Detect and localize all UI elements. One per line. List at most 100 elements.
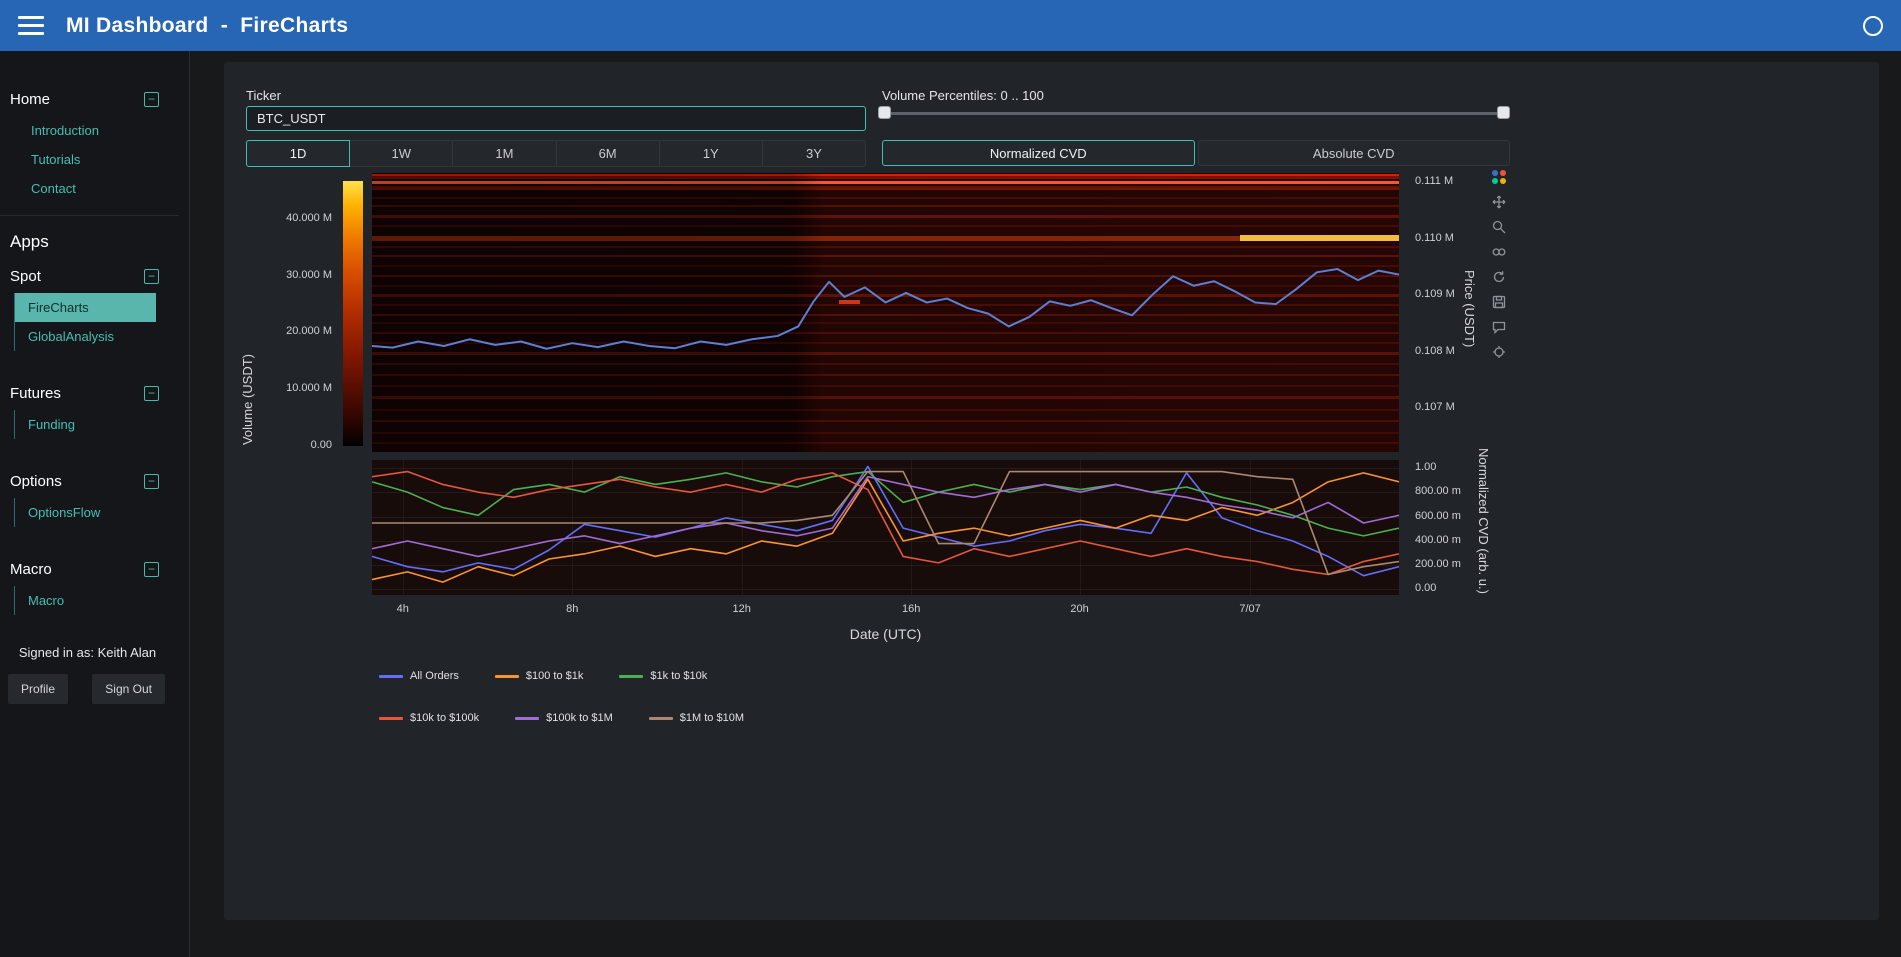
sidebar-section-options: Options − <box>0 467 189 496</box>
nav-group-home: Introduction Tutorials Contact <box>14 116 189 203</box>
sidebar-item-funding[interactable]: Funding <box>15 410 156 439</box>
collapse-icon[interactable]: − <box>144 92 159 107</box>
legend-label: All Orders <box>410 670 459 682</box>
collapse-icon[interactable]: − <box>144 562 159 577</box>
cvd-line-plot[interactable] <box>372 460 1399 595</box>
pan-icon[interactable] <box>1490 193 1508 211</box>
x-axis-tick: 8h <box>566 603 578 615</box>
spikelines-icon[interactable] <box>1490 343 1508 361</box>
axis-tick: 20.000 M <box>286 325 332 337</box>
legend-swatch <box>379 675 403 678</box>
cvd-lines-layer <box>372 460 1399 595</box>
sidebar-section-spot: Spot − <box>0 262 189 291</box>
sidebar-section-macro: Macro − <box>0 555 189 584</box>
collapse-icon[interactable]: − <box>144 474 159 489</box>
slider-track[interactable] <box>884 112 1504 115</box>
time-range-buttons: 1D 1W 1M 6M 1Y 3Y <box>246 140 866 167</box>
legend-swatch <box>495 675 519 678</box>
box-zoom-icon[interactable] <box>1490 218 1508 236</box>
normalized-cvd-button[interactable]: Normalized CVD <box>882 140 1195 166</box>
sidebar: Home − Introduction Tutorials Contact Ap… <box>0 51 190 957</box>
legend-item[interactable]: $100 to $1k <box>495 670 584 682</box>
account-buttons: Profile Sign Out <box>0 660 189 704</box>
volume-heatmap-plot[interactable] <box>372 173 1399 452</box>
nav-group-macro: Macro <box>14 586 189 615</box>
cvd-line--100-to-1k <box>372 473 1399 582</box>
collapse-icon[interactable]: − <box>144 386 159 401</box>
x-axis: 4h 8h 12h 16h 20h 7/07 <box>372 603 1399 619</box>
menu-button[interactable] <box>18 16 44 35</box>
plotly-logo-icon[interactable] <box>1490 168 1508 186</box>
legend-item[interactable]: $1k to $10k <box>619 670 707 682</box>
app-header: MI Dashboard - FireCharts <box>0 0 1901 51</box>
x-axis-title: Date (UTC) <box>372 626 1399 642</box>
save-icon[interactable] <box>1490 293 1508 311</box>
nav-group-futures: Funding <box>14 410 189 439</box>
collapse-icon[interactable]: − <box>144 269 159 284</box>
axis-tick: 200.00 m <box>1415 558 1461 570</box>
axis-tick: 800.00 m <box>1415 485 1461 497</box>
volume-axis-title: Volume (USDT) <box>240 354 255 445</box>
colorbar-axis: 40.000 M30.000 M20.000 M10.000 M0.00 <box>260 181 338 446</box>
range-button-1w[interactable]: 1W <box>349 140 453 167</box>
volume-percentile-slider[interactable] <box>878 106 1510 120</box>
ticker-input[interactable] <box>246 106 866 131</box>
cvd-line--100k-to-1m <box>372 477 1399 557</box>
range-button-1d[interactable]: 1D <box>246 140 350 167</box>
x-axis-tick: 16h <box>902 603 920 615</box>
legend-swatch <box>649 717 673 720</box>
slider-handle-max[interactable] <box>1497 106 1510 119</box>
sidebar-item-macro[interactable]: Macro <box>15 586 156 615</box>
axis-tick: 0.108 M <box>1415 345 1455 357</box>
sidebar-item-globalanalysis[interactable]: GlobalAnalysis <box>15 322 156 351</box>
section-label: Options <box>10 473 62 490</box>
x-axis-tick: 20h <box>1070 603 1088 615</box>
sidebar-item-optionsflow[interactable]: OptionsFlow <box>15 498 156 527</box>
nav-group-options: OptionsFlow <box>14 498 189 527</box>
nav-group-spot: FireCharts GlobalAnalysis <box>14 293 189 351</box>
range-button-1y[interactable]: 1Y <box>659 140 763 167</box>
slider-handle-min[interactable] <box>878 106 891 119</box>
sidebar-item-firecharts[interactable]: FireCharts <box>15 293 156 322</box>
legend-row: $10k to $100k $100k to $1M $1M to $10M <box>379 712 780 724</box>
x-axis-tick: 12h <box>733 603 751 615</box>
legend-item[interactable]: $1M to $10M <box>649 712 744 724</box>
reset-axes-icon[interactable] <box>1490 268 1508 286</box>
chart-legend: All Orders $100 to $1k $1k to $10k $10k to… <box>379 670 780 754</box>
x-axis-tick: 7/07 <box>1239 603 1260 615</box>
comment-icon[interactable] <box>1490 318 1508 336</box>
range-button-3y[interactable]: 3Y <box>762 140 866 167</box>
price-line <box>372 269 1399 349</box>
price-axis-title: Price (USDT) <box>1462 270 1477 347</box>
cvd-mode-buttons: Normalized CVD Absolute CVD <box>882 140 1510 166</box>
legend-label: $1k to $10k <box>650 670 707 682</box>
legend-label: $100k to $1M <box>546 712 613 724</box>
plotly-modebar <box>1490 168 1508 361</box>
range-button-1m[interactable]: 1M <box>452 140 556 167</box>
x-axis-tick: 4h <box>397 603 409 615</box>
legend-item[interactable]: All Orders <box>379 670 459 682</box>
app-root: MI Dashboard - FireCharts Home − Introdu… <box>0 0 1901 957</box>
divider <box>0 215 179 216</box>
sidebar-section-home: Home − <box>0 85 189 114</box>
axis-tick: 30.000 M <box>286 269 332 281</box>
axis-tick: 0.00 <box>1415 582 1436 594</box>
hover-compare-icon[interactable] <box>1490 243 1508 261</box>
legend-label: $10k to $100k <box>410 712 479 724</box>
absolute-cvd-button[interactable]: Absolute CVD <box>1198 140 1511 166</box>
legend-item[interactable]: $10k to $100k <box>379 712 479 724</box>
cvd-axis: 1.00800.00 m600.00 m400.00 m200.00 m0.00 <box>1415 460 1485 595</box>
profile-button[interactable]: Profile <box>8 674 68 704</box>
axis-tick: 400.00 m <box>1415 534 1461 546</box>
legend-swatch <box>619 675 643 678</box>
range-button-6m[interactable]: 6M <box>556 140 660 167</box>
sidebar-item-tutorials[interactable]: Tutorials <box>14 145 189 174</box>
legend-item[interactable]: $100k to $1M <box>515 712 613 724</box>
apps-heading: Apps <box>0 228 189 262</box>
main-area: Ticker Volume Percentiles: 0 .. 100 1D 1… <box>190 51 1901 957</box>
sidebar-section-futures: Futures − <box>0 379 189 408</box>
sidebar-item-introduction[interactable]: Introduction <box>14 116 189 145</box>
signout-button[interactable]: Sign Out <box>92 674 165 704</box>
axis-tick: 1.00 <box>1415 461 1436 473</box>
sidebar-item-contact[interactable]: Contact <box>14 174 189 203</box>
